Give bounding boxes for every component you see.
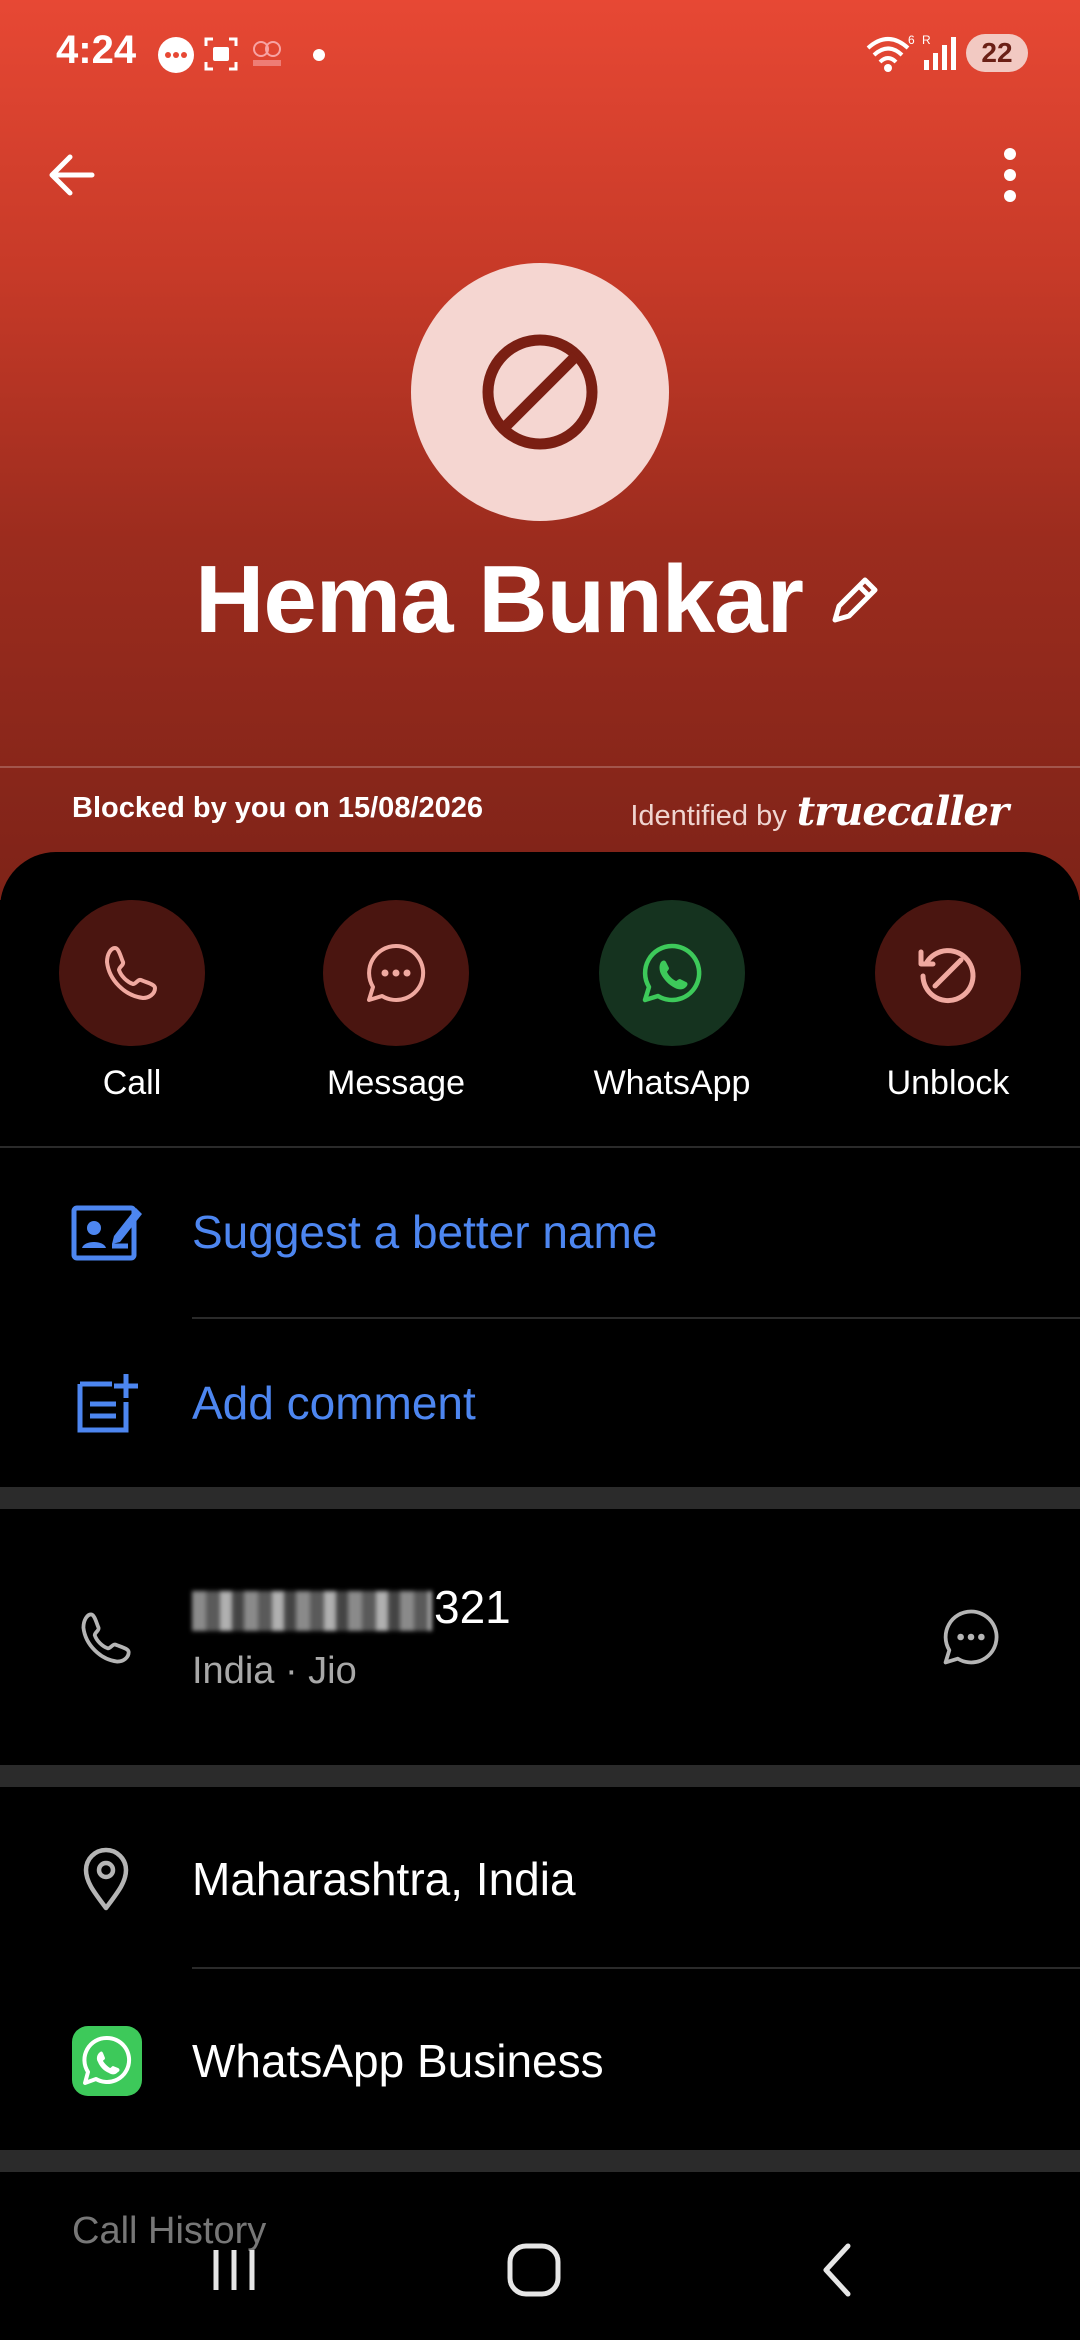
actions-divider xyxy=(0,1146,1080,1148)
section-separator xyxy=(0,1765,1080,1787)
suggest-name-icon xyxy=(71,1205,142,1261)
wifi-icon: 6 xyxy=(866,33,915,72)
contact-name-row: Hema Bunkar xyxy=(0,545,1080,655)
contact-name: Hema Bunkar xyxy=(195,546,804,653)
app-notification-icon xyxy=(253,41,281,66)
truecaller-logo: truecaller xyxy=(796,788,1009,835)
whatsapp-icon xyxy=(642,943,702,1003)
home-icon[interactable] xyxy=(506,2242,562,2298)
battery-indicator: 22 xyxy=(966,34,1028,72)
whatsapp-label: WhatsApp xyxy=(593,1064,751,1102)
carrier-info: India · Jio xyxy=(192,1650,357,1692)
row-divider xyxy=(192,1967,1080,1969)
unblock-label: Unblock xyxy=(886,1064,1010,1102)
whatsapp-business-text: WhatsApp Business xyxy=(192,2035,604,2087)
section-separator xyxy=(0,1487,1080,1509)
block-icon xyxy=(482,334,598,450)
recent-apps-icon[interactable] xyxy=(206,2242,262,2298)
back-arrow-icon[interactable] xyxy=(40,145,104,209)
message-action[interactable]: Message xyxy=(296,900,496,1103)
edit-pencil-icon[interactable] xyxy=(825,570,885,630)
blocked-avatar xyxy=(411,263,669,521)
header-divider xyxy=(0,766,1080,768)
whatsapp-action[interactable]: WhatsApp xyxy=(572,900,772,1103)
call-button[interactable] xyxy=(59,900,205,1046)
redacted-digits xyxy=(192,1590,432,1631)
blocked-status-text: Blocked by you on 15/08/2026 xyxy=(72,792,484,824)
call-label: Call xyxy=(102,1064,162,1102)
more-options-icon[interactable] xyxy=(980,140,1040,210)
signal-icon: R xyxy=(922,33,956,70)
phone-icon xyxy=(104,945,158,1001)
phone-number: 321 xyxy=(192,1580,511,1634)
system-nav-bar xyxy=(0,2200,1080,2340)
identified-by: Identified by truecaller xyxy=(630,788,1009,835)
screenshot-notification-icon xyxy=(204,37,238,71)
sms-icon[interactable] xyxy=(938,1604,1004,1670)
call-action[interactable]: Call xyxy=(32,900,232,1103)
identified-by-label: Identified by xyxy=(630,800,787,832)
location-text: Maharashtra, India xyxy=(192,1853,576,1905)
section-separator xyxy=(0,2150,1080,2172)
message-button[interactable] xyxy=(323,900,469,1046)
dot-icon xyxy=(313,49,325,61)
unblock-icon xyxy=(918,948,976,1004)
location-pin-icon xyxy=(83,1847,129,1911)
unblock-button[interactable] xyxy=(875,900,1021,1046)
message-icon xyxy=(367,943,426,1002)
add-comment-icon xyxy=(77,1374,138,1433)
row-divider xyxy=(192,1317,1080,1319)
suggest-name-label: Suggest a better name xyxy=(192,1206,658,1258)
unblock-action[interactable]: Unblock xyxy=(848,900,1048,1103)
whatsapp-button[interactable] xyxy=(599,900,745,1046)
phone-icon xyxy=(81,1612,131,1664)
svg-text:R: R xyxy=(922,33,931,47)
svg-text:6: 6 xyxy=(908,33,915,47)
nav-back-icon[interactable] xyxy=(812,2242,868,2298)
add-comment-label: Add comment xyxy=(192,1377,476,1429)
whatsapp-business-icon xyxy=(72,2026,142,2096)
status-time: 4:24 xyxy=(56,28,137,72)
chat-notification-icon xyxy=(158,37,194,73)
phone-number-suffix: 321 xyxy=(434,1581,511,1633)
message-label: Message xyxy=(327,1064,465,1102)
